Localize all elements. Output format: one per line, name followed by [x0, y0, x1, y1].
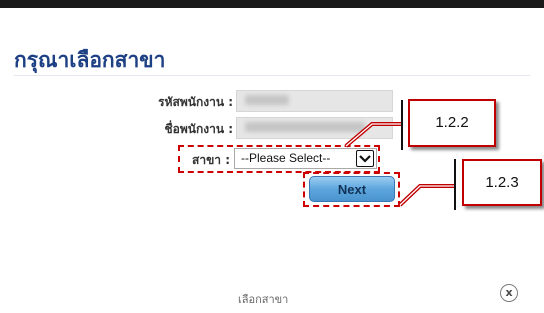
callout-1-2-3: 1.2.3 — [462, 159, 542, 206]
close-icon[interactable]: x — [500, 284, 518, 302]
callout-leader-lines — [344, 100, 456, 210]
callout-1-2-2: 1.2.2 — [408, 99, 496, 147]
footer-title: เลือกสาขา — [238, 293, 289, 306]
